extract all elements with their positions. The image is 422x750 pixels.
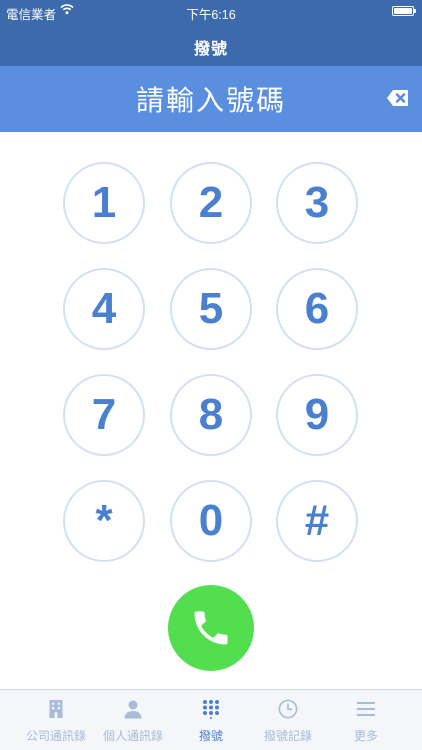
building-icon xyxy=(49,700,63,718)
key-label: 6 xyxy=(304,284,330,333)
call-button[interactable] xyxy=(168,585,254,671)
key-3[interactable]: 3 xyxy=(276,162,358,244)
tab-label: 公司通訊錄 xyxy=(25,729,86,743)
battery-icon xyxy=(392,6,416,16)
clock-icon xyxy=(278,699,298,719)
key-label: 3 xyxy=(304,178,330,227)
tab-label: 個人通訊錄 xyxy=(102,729,163,743)
person-icon xyxy=(124,700,142,719)
tab-bar: 公司通訊錄 個人通訊錄 撥號 撥號記錄 更多 xyxy=(0,689,422,750)
number-entry[interactable]: 請輸入號碼 xyxy=(0,66,422,132)
key-8[interactable]: 8 xyxy=(170,374,252,456)
tab-label: 撥號記錄 xyxy=(263,729,312,743)
tab-dial[interactable]: 撥號 xyxy=(169,690,253,750)
key-label: * xyxy=(95,496,113,545)
tab-company-directory[interactable]: 公司通訊錄 xyxy=(14,690,98,750)
status-bar: 電信業者 下午6:16 xyxy=(0,0,422,22)
key-star[interactable]: * xyxy=(63,480,145,562)
key-label: 1 xyxy=(91,178,117,227)
tab-label: 撥號 xyxy=(198,729,223,743)
key-9[interactable]: 9 xyxy=(276,374,358,456)
key-label: 7 xyxy=(91,390,117,439)
keypad-icon xyxy=(203,700,219,719)
key-hash[interactable]: # xyxy=(276,480,358,562)
key-2[interactable]: 2 xyxy=(170,162,252,244)
header: 電信業者 下午6:16 撥號 xyxy=(0,0,422,66)
backspace-icon[interactable] xyxy=(386,88,410,108)
key-0[interactable]: 0 xyxy=(170,480,252,562)
tab-call-history[interactable]: 撥號記錄 xyxy=(246,690,330,750)
menu-icon xyxy=(357,702,375,716)
key-label: 0 xyxy=(198,496,224,545)
key-1[interactable]: 1 xyxy=(63,162,145,244)
status-time: 下午6:16 xyxy=(186,8,236,22)
key-label: 8 xyxy=(198,390,224,439)
key-7[interactable]: 7 xyxy=(63,374,145,456)
key-label: 5 xyxy=(198,284,224,333)
page-title: 撥號 xyxy=(193,39,228,58)
key-label: 4 xyxy=(91,284,117,333)
tab-more[interactable]: 更多 xyxy=(324,690,408,750)
key-5[interactable]: 5 xyxy=(170,268,252,350)
number-display: 請輸入號碼 xyxy=(135,84,286,117)
tab-label: 更多 xyxy=(353,729,378,743)
key-label: # xyxy=(304,496,330,545)
key-4[interactable]: 4 xyxy=(63,268,145,350)
tab-personal-contacts[interactable]: 個人通訊錄 xyxy=(91,690,175,750)
key-6[interactable]: 6 xyxy=(276,268,358,350)
key-label: 9 xyxy=(304,390,330,439)
phone-icon xyxy=(194,611,228,645)
key-label: 2 xyxy=(198,178,224,227)
